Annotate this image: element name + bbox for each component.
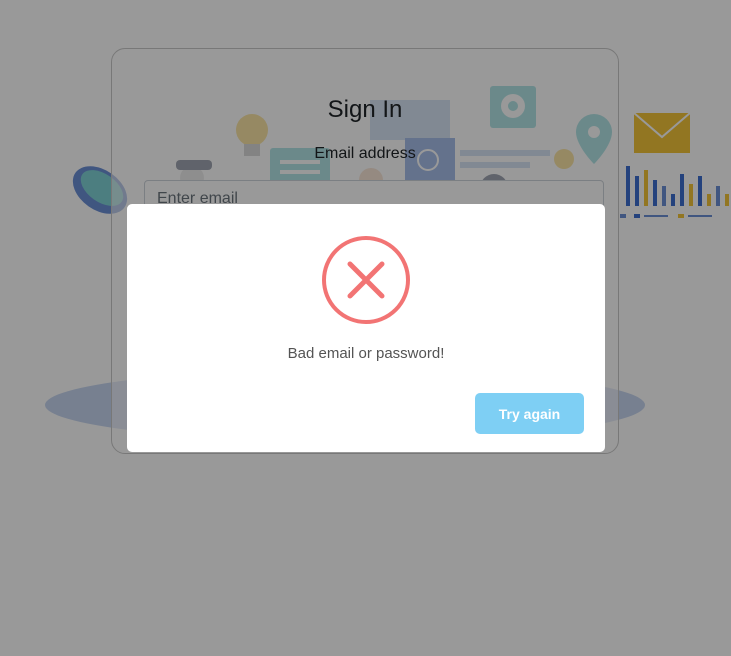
alert-modal: Bad email or password! Try again bbox=[127, 204, 605, 452]
error-x-icon bbox=[322, 236, 410, 324]
alert-message: Bad email or password! bbox=[287, 345, 445, 362]
try-again-button[interactable]: Try again bbox=[475, 393, 584, 434]
